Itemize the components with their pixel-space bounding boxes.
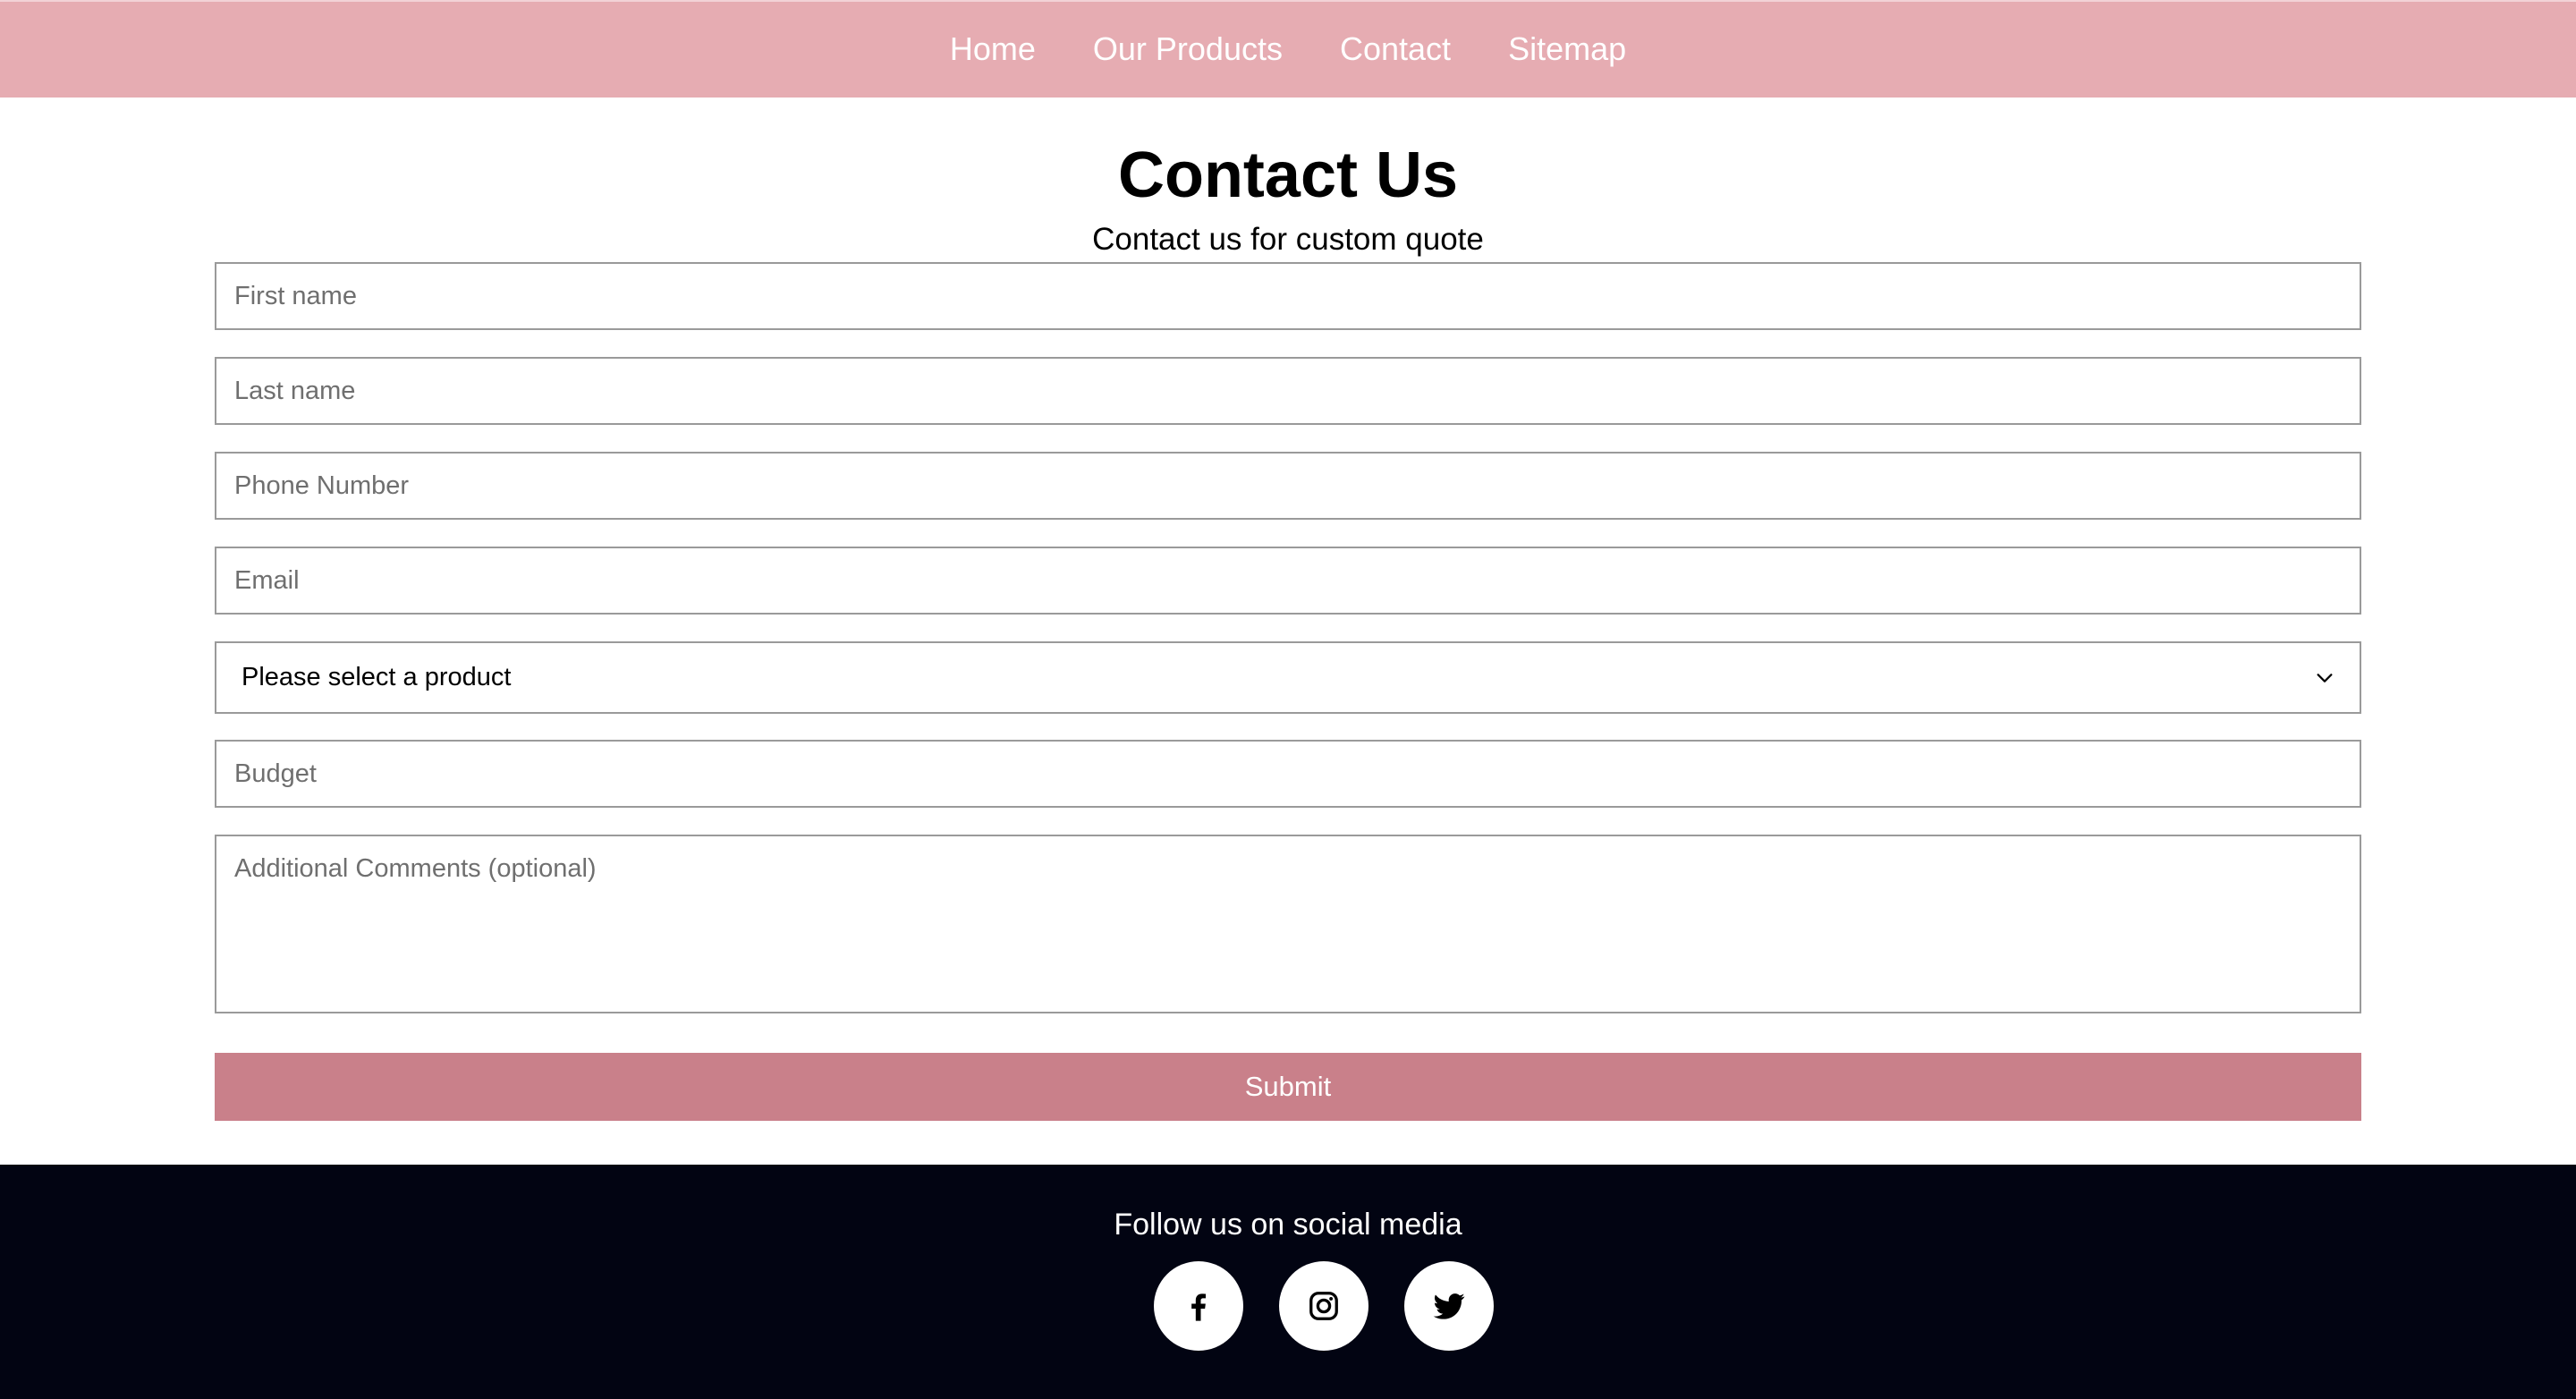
first-name-input[interactable] — [215, 262, 2361, 330]
nav-link-contact[interactable]: Contact — [1340, 32, 1451, 65]
product-select[interactable]: Please select a product — [215, 641, 2361, 714]
page-title: Contact Us — [1117, 140, 1459, 211]
submit-button[interactable]: Submit — [215, 1053, 2361, 1121]
instagram-link[interactable] — [1279, 1261, 1368, 1351]
footer: Follow us on social media — [0, 1165, 2576, 1399]
chevron-down-icon — [2317, 673, 2333, 683]
top-nav: Home Our Products Contact Sitemap — [0, 0, 2576, 98]
follow-us-text: Follow us on social media — [1114, 1208, 1462, 1242]
nav-link-our-products[interactable]: Our Products — [1093, 32, 1283, 65]
instagram-icon — [1309, 1292, 1338, 1320]
nav-link-sitemap[interactable]: Sitemap — [1508, 32, 1626, 65]
last-name-input[interactable] — [215, 357, 2361, 425]
facebook-icon — [1191, 1293, 1206, 1321]
email-input[interactable] — [215, 547, 2361, 615]
page-subtitle: Contact us for custom quote — [1092, 222, 1484, 257]
phone-number-input[interactable] — [215, 452, 2361, 520]
budget-input[interactable] — [215, 740, 2361, 808]
additional-comments-textarea[interactable] — [215, 835, 2361, 1013]
twitter-icon — [1433, 1293, 1465, 1319]
nav-link-home[interactable]: Home — [950, 32, 1036, 65]
twitter-link[interactable] — [1404, 1261, 1494, 1351]
product-select-value: Please select a product — [242, 663, 512, 691]
facebook-link[interactable] — [1154, 1261, 1243, 1351]
